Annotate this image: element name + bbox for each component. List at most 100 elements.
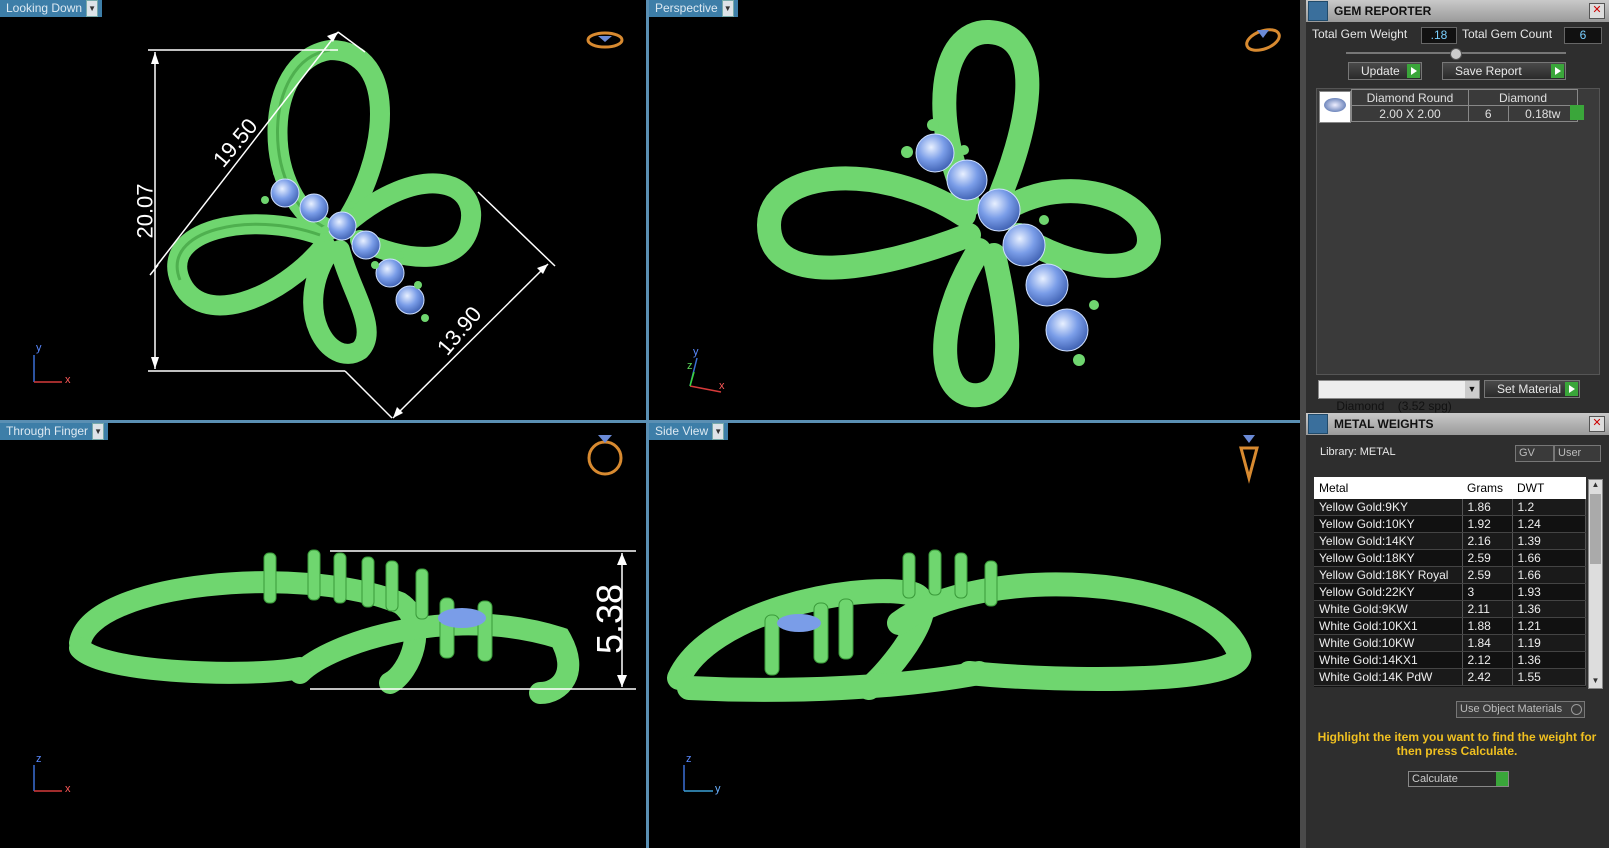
metal-row[interactable]: Yellow Gold:18KY Royal 2.59 1.66 bbox=[1314, 566, 1586, 584]
metal-name: Yellow Gold:9KY bbox=[1314, 499, 1463, 516]
axis-z-label: z bbox=[686, 753, 692, 765]
user-toggle[interactable]: User bbox=[1554, 445, 1601, 462]
axis-y-label: y bbox=[715, 783, 721, 795]
chevron-down-icon[interactable]: ▼ bbox=[1465, 381, 1479, 398]
gem-row-play-icon[interactable] bbox=[1570, 105, 1584, 120]
metal-dwt: 1.2 bbox=[1512, 499, 1586, 516]
metal-row[interactable]: White Gold:14K PdW 2.42 1.55 bbox=[1314, 668, 1586, 686]
chevron-down-icon[interactable]: ▼ bbox=[92, 423, 105, 440]
user-label: User bbox=[1558, 447, 1582, 459]
metal-name: White Gold:14K PdW bbox=[1314, 668, 1463, 686]
metal-dwt: 1.66 bbox=[1512, 566, 1586, 584]
gem-list[interactable]: Diamond Round Diamond 2.00 X 2.00 6 0.18… bbox=[1316, 88, 1600, 375]
metal-dwt: 1.24 bbox=[1512, 515, 1586, 533]
chevron-down-icon[interactable]: ▼ bbox=[86, 0, 99, 17]
gem-reporter-title: GEM REPORTER bbox=[1334, 4, 1432, 18]
metal-row[interactable]: Yellow Gold:14KY 2.16 1.39 bbox=[1314, 532, 1586, 550]
metal-weights-title: METAL WEIGHTS bbox=[1334, 417, 1434, 431]
viewport-divider-vertical[interactable] bbox=[646, 0, 649, 848]
set-material-button[interactable]: Set Material bbox=[1484, 380, 1580, 398]
column-header-grams[interactable]: Grams bbox=[1462, 477, 1512, 499]
viewport-title: Perspective bbox=[655, 1, 718, 15]
metal-dwt: 1.66 bbox=[1512, 549, 1586, 567]
viewport-perspective[interactable]: Perspective ▼ y z x bbox=[649, 0, 1300, 420]
ring-perspective-view bbox=[689, 20, 1281, 408]
scrollbar[interactable]: ▲ ▼ bbox=[1588, 479, 1603, 689]
update-button[interactable]: Update bbox=[1348, 62, 1422, 80]
metal-name: Yellow Gold:18KY Royal bbox=[1314, 566, 1463, 584]
scrollbar-thumb[interactable] bbox=[1590, 494, 1601, 564]
axis-x-label: x bbox=[65, 374, 71, 386]
metal-row[interactable]: Yellow Gold:9KY 1.86 1.2 bbox=[1314, 499, 1586, 516]
metal-grams: 2.12 bbox=[1462, 651, 1513, 669]
viewport-side-view[interactable]: Side View ▼ z y bbox=[649, 423, 1300, 848]
play-icon[interactable] bbox=[1496, 772, 1508, 786]
metal-table-container[interactable]: Metal Grams DWT Yellow Gold:9KY 1.86 1.2 Ye… bbox=[1314, 477, 1586, 687]
axis-y-label: y bbox=[693, 346, 699, 358]
viewport-label-looking-down[interactable]: Looking Down ▼ bbox=[0, 0, 103, 17]
scroll-down-icon[interactable]: ▼ bbox=[1589, 676, 1602, 688]
metal-grams: 2.11 bbox=[1462, 600, 1513, 618]
metal-row[interactable]: White Gold:10KW 1.84 1.19 bbox=[1314, 634, 1586, 652]
metal-row[interactable]: White Gold:14KX1 2.12 1.36 bbox=[1314, 651, 1586, 669]
metal-row[interactable]: Yellow Gold:10KY 1.92 1.24 bbox=[1314, 515, 1586, 533]
calculate-hint: Highlight the item you want to find the … bbox=[1317, 730, 1597, 758]
gem-row[interactable]: Diamond Round Diamond 2.00 X 2.00 6 0.18… bbox=[1351, 89, 1579, 122]
viewport-label-perspective[interactable]: Perspective ▼ bbox=[649, 0, 738, 17]
calculate-dropdown[interactable]: Calculate bbox=[1408, 771, 1509, 787]
metal-row[interactable]: White Gold:10KX1 1.88 1.21 bbox=[1314, 617, 1586, 635]
ring-top-view bbox=[33, 31, 624, 419]
viewport-through-finger[interactable]: Through Finger ▼ 5.38 z x bbox=[0, 423, 646, 848]
gem-reporter-titlebar: GEM REPORTER ✕ bbox=[1306, 0, 1609, 22]
viewport-label-side-view[interactable]: Side View ▼ bbox=[649, 423, 729, 440]
gem-shape: Diamond Round bbox=[1351, 89, 1469, 106]
chevron-down-icon[interactable]: ▼ bbox=[721, 0, 734, 17]
viewport-divider-horizontal[interactable] bbox=[0, 420, 1300, 423]
metal-table[interactable]: Metal Grams DWT Yellow Gold:9KY 1.86 1.2 Ye… bbox=[1314, 477, 1586, 686]
metal-dwt: 1.39 bbox=[1512, 532, 1586, 550]
material-select[interactable]: Diamond (3.52 spg) ▼ bbox=[1318, 380, 1480, 413]
dimension-label-height: 20.07 bbox=[132, 183, 158, 239]
save-report-button[interactable]: Save Report bbox=[1442, 62, 1566, 80]
metal-row[interactable]: Yellow Gold:18KY 2.59 1.66 bbox=[1314, 549, 1586, 567]
viewport-title: Looking Down bbox=[6, 1, 83, 15]
ring-through-finger-view bbox=[33, 435, 636, 792]
metal-name: White Gold:9KW bbox=[1314, 600, 1463, 618]
close-icon[interactable]: ✕ bbox=[1589, 416, 1605, 432]
viewport-title: Side View bbox=[655, 424, 709, 438]
metal-name: Yellow Gold:22KY bbox=[1314, 583, 1463, 601]
gem-size: 2.00 X 2.00 bbox=[1351, 105, 1469, 122]
toggle-icon bbox=[1571, 704, 1582, 715]
slider-handle[interactable] bbox=[1450, 48, 1462, 60]
metal-dwt: 1.36 bbox=[1512, 600, 1586, 618]
chevron-down-icon[interactable]: ▼ bbox=[712, 423, 725, 440]
metal-row[interactable]: Yellow Gold:22KY 3 1.93 bbox=[1314, 583, 1586, 601]
viewport-title: Through Finger bbox=[6, 424, 89, 438]
scroll-up-icon[interactable]: ▲ bbox=[1589, 480, 1602, 492]
column-header-metal[interactable]: Metal bbox=[1314, 477, 1462, 499]
metal-row[interactable]: White Gold:9KW 2.11 1.36 bbox=[1314, 600, 1586, 618]
use-object-materials-toggle[interactable]: Use Object Materials bbox=[1456, 701, 1585, 718]
column-header-dwt[interactable]: DWT bbox=[1512, 477, 1586, 499]
round-gem-icon bbox=[1324, 98, 1346, 112]
gem-type: Diamond bbox=[1468, 89, 1578, 106]
total-gem-count-value: 6 bbox=[1564, 27, 1602, 44]
viewport-looking-down[interactable]: Looking Down ▼ 19.50 20.07 13.90 y x bbox=[0, 0, 646, 420]
use-object-materials-label: Use Object Materials bbox=[1460, 703, 1563, 715]
gem-weight: 0.18tw bbox=[1507, 105, 1579, 122]
gv-toggle[interactable]: GV bbox=[1515, 445, 1554, 462]
material-select-value: Diamond (3.52 spg) bbox=[1336, 399, 1452, 413]
close-icon[interactable]: ✕ bbox=[1589, 3, 1605, 19]
metal-dwt: 1.55 bbox=[1512, 668, 1586, 686]
calculate-label: Calculate bbox=[1412, 773, 1458, 785]
metal-grams: 2.42 bbox=[1462, 668, 1513, 686]
play-icon bbox=[1565, 382, 1578, 396]
metal-grams: 3 bbox=[1462, 583, 1513, 601]
axis-y-label: y bbox=[36, 342, 42, 354]
metal-grams: 1.84 bbox=[1462, 634, 1513, 652]
side-panel: GEM REPORTER ✕ Total Gem Weight .18 Tota… bbox=[1306, 0, 1609, 848]
viewport-label-through-finger[interactable]: Through Finger ▼ bbox=[0, 423, 109, 440]
metal-weights-icon bbox=[1308, 414, 1328, 434]
metal-dwt: 1.36 bbox=[1512, 651, 1586, 669]
metal-name: Yellow Gold:10KY bbox=[1314, 515, 1463, 533]
